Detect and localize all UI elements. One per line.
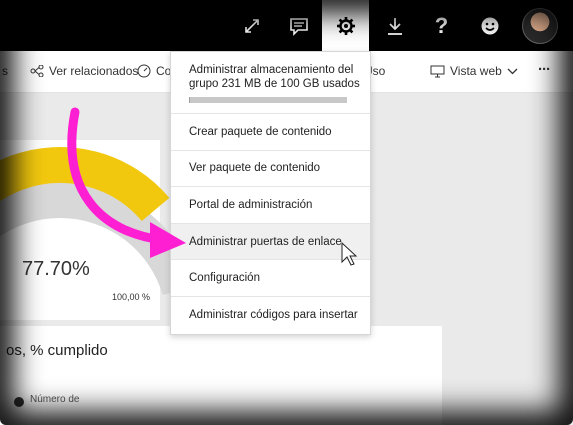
performance-button[interactable]: Co: [137, 64, 171, 78]
help-button[interactable]: ?: [418, 0, 465, 51]
help-icon: ?: [434, 12, 449, 38]
menu-item-label: Crear paquete de contenido: [189, 125, 332, 138]
download-icon: [387, 17, 402, 35]
gear-icon: [336, 16, 355, 35]
related-content-label: Ver relacionados: [49, 64, 139, 78]
comments-button[interactable]: [275, 0, 322, 51]
settings-button[interactable]: [322, 0, 369, 51]
monitor-icon: [430, 65, 445, 77]
gauge-icon: [137, 64, 151, 78]
app-window: ? s Ver relacionados Co Uso Vista web ··…: [0, 0, 573, 425]
chart-tile[interactable]: os, % cumplido Número de: [0, 326, 442, 425]
manage-storage-item[interactable]: Administrar almacenamiento del grupo 231…: [171, 52, 370, 114]
gauge-max-label: 100,00 %: [112, 292, 151, 302]
chevron-down-icon: [507, 68, 518, 74]
web-view-dropdown[interactable]: Vista web: [430, 64, 518, 78]
storage-label: Administrar almacenamiento del: [189, 64, 354, 76]
menu-item-label: Configuración: [189, 272, 260, 285]
fullscreen-button[interactable]: [228, 0, 275, 51]
storage-usage: grupo 231 MB de 100 GB usados: [189, 78, 360, 90]
feedback-button[interactable]: [466, 0, 513, 51]
toolbar-partial-label: s: [2, 64, 8, 78]
avatar[interactable]: [522, 8, 558, 44]
smiley-icon: [481, 17, 498, 34]
menu-item-view-content-pack[interactable]: Ver paquete de contenido: [171, 151, 370, 188]
menu-item-admin-portal[interactable]: Portal de administración: [171, 187, 370, 224]
legend-marker: [14, 397, 24, 407]
web-view-label: Vista web: [450, 64, 502, 78]
toolbar-partial-item[interactable]: s: [2, 64, 8, 78]
menu-item-manage-gateways[interactable]: Administrar puertas de enlace: [171, 223, 370, 261]
storage-progress-fill: [189, 97, 190, 103]
download-button[interactable]: [371, 0, 418, 51]
storage-progress-bar: [189, 97, 347, 103]
legend-label: Número de: [30, 394, 80, 405]
top-navigation-bar: ?: [0, 0, 573, 51]
menu-item-label: Portal de administración: [189, 198, 313, 211]
more-options-button[interactable]: ···: [538, 61, 551, 78]
tile-title: os, % cumplido: [6, 342, 108, 359]
settings-menu: Administrar almacenamiento del grupo 231…: [170, 51, 371, 335]
menu-item-manage-embed-codes[interactable]: Administrar códigos para insertar: [171, 297, 370, 334]
menu-item-create-content-pack[interactable]: Crear paquete de contenido: [171, 114, 370, 151]
related-icon: [30, 65, 44, 77]
expand-icon: [244, 18, 259, 33]
more-icon: ···: [538, 61, 551, 78]
menu-item-label: Administrar códigos para insertar: [189, 309, 358, 322]
comment-icon: [289, 17, 308, 36]
gauge-value: 77.70%: [22, 258, 90, 280]
menu-item-label: Ver paquete de contenido: [189, 162, 321, 175]
menu-item-settings[interactable]: Configuración: [171, 260, 370, 297]
menu-item-label: Administrar puertas de enlace: [189, 235, 342, 248]
related-content-button[interactable]: Ver relacionados: [30, 64, 138, 78]
